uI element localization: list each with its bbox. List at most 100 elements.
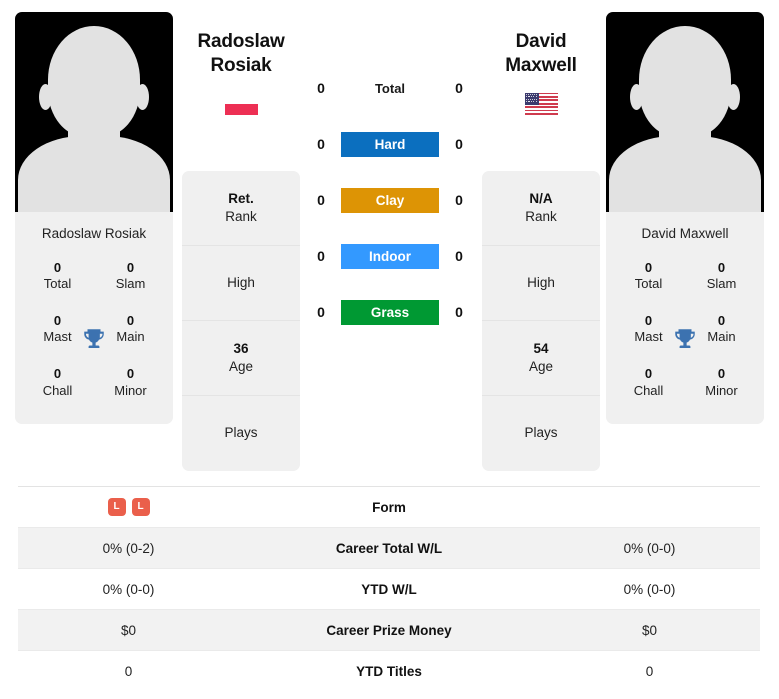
table-label-form: Form [372,499,406,515]
stat-row-plays-left: Plays [182,396,300,471]
stat-label: Age [228,359,254,374]
form-cell-left: L L [18,498,239,516]
surface-right-value: 0 [455,248,463,264]
stat-row-age-right: 54 Age [482,321,600,396]
silhouette-ear-right-icon [136,84,149,110]
table-row-form: L L Form [18,487,760,528]
title-label: Total [634,276,663,292]
title-cell-chall: 0 Chall [612,359,685,406]
table-value-right: 0 [645,664,654,679]
stat-row-high-right: High [482,246,600,321]
silhouette-ear-left-icon [39,84,52,110]
form-badges-left: L L [18,498,239,516]
surface-left-value: 0 [317,248,325,264]
table-value-right: $0 [641,622,658,638]
title-label: Chall [633,382,664,398]
table-row-career-total-wl: 0% (0-2) Career Total W/L 0% (0-0) [18,528,760,569]
stat-row-plays-right: Plays [482,396,600,471]
stat-label: Plays [224,425,258,441]
table-value-left: 0% (0-2) [102,540,155,556]
player-name-block-right: David Maxwell [475,30,607,115]
top-comparison-area: Radoslaw Rosiak 0 Total 0 Slam 0 Mast 0 … [0,0,779,476]
player-card-name-left: Radoslaw Rosiak [41,226,147,241]
table-label-career-prize-money: Career Prize Money [326,622,452,638]
title-value: 0 [644,366,653,382]
surface-left-value: 0 [317,192,325,208]
stat-value: N/A [529,190,553,206]
stat-value: Ret. [228,190,254,206]
table-label-ytd-wl: YTD W/L [361,581,417,597]
player-card-right[interactable]: David Maxwell 0 Total 0 Slam 0 Mast 0 Ma… [606,12,764,425]
title-value: 0 [644,260,653,275]
title-label: Minor [705,382,738,398]
table-value-left: $0 [120,622,137,638]
surface-left-value: 0 [317,304,325,320]
player-last-name-left: Rosiak [210,55,272,77]
surface-badge-indoor: Indoor [341,243,439,269]
surface-right-value: 0 [455,304,463,320]
surface-badge-grass: Grass [341,299,439,325]
surface-right-value: 0 [455,136,463,152]
surface-left-value: 0 [317,80,325,96]
silhouette-body-icon [609,136,761,212]
title-label: Minor [114,382,147,398]
surface-row-indoor: 0 Indoor 0 [310,228,470,284]
stats-card-right: N/A Rank High 54 Age Plays [482,171,600,471]
title-cell-total: 0 Total [21,253,94,300]
title-value: 0 [126,366,135,382]
form-badge-loss: L [131,498,150,516]
trophy-icon [675,328,695,348]
table-label-career-total-wl: Career Total W/L [335,540,443,556]
stat-row-age-left: 36 Age [182,321,300,396]
player-last-name-right: Maxwell [505,55,577,77]
player-card-name-right: David Maxwell [641,226,729,241]
title-value: 0 [717,260,726,275]
title-cell-total: 0 Total [612,253,685,300]
table-row-ytd-titles: 0 YTD Titles 0 [18,651,760,692]
title-value: 0 [126,260,135,275]
table-row-ytd-wl: 0% (0-0) YTD W/L 0% (0-0) [18,569,760,610]
avatar-right [606,12,764,212]
title-cell-slam: 0 Slam [94,253,167,300]
title-label: Slam [706,276,737,292]
player-name-block-left: Radoslaw Rosiak [175,30,307,115]
player-comparison-page: Radoslaw Rosiak 0 Total 0 Slam 0 Mast 0 … [0,0,779,699]
surface-row-hard: 0 Hard 0 [310,116,470,172]
surface-right-value: 0 [455,192,463,208]
surface-badge-total: Total [374,80,406,96]
stat-label: High [527,274,555,290]
usa-flag-icon [524,92,558,115]
title-cell-minor: 0 Minor [685,359,758,406]
stat-row-rank-left: Ret. Rank [182,171,300,246]
stat-value: 54 [533,340,549,356]
title-label: Total [43,276,72,292]
comparison-table: L L Form 0% (0-2) Career Total W/L 0% (0… [18,486,760,692]
stat-label: Rank [525,209,557,224]
stat-label: High [227,274,255,290]
title-value: 0 [717,366,726,382]
table-value-left: 0% (0-0) [102,581,155,597]
surface-badge-clay: Clay [341,187,439,213]
table-row-career-prize-money: $0 Career Prize Money $0 [18,610,760,651]
player-card-left[interactable]: Radoslaw Rosiak 0 Total 0 Slam 0 Mast 0 … [15,12,173,425]
table-value-left: 0 [124,664,133,679]
silhouette-body-icon [18,136,170,212]
title-cell-chall: 0 Chall [21,359,94,406]
surface-comparison-column: 0 Total 0 0 Hard 0 0 Clay 0 0 Indoor 0 0 [310,60,470,340]
surface-left-value: 0 [317,136,325,152]
table-label-ytd-titles: YTD Titles [356,664,422,679]
silhouette-ear-left-icon [630,84,643,110]
stat-row-high-left: High [182,246,300,321]
player-first-name-left: Radoslaw [197,31,285,52]
title-cell-minor: 0 Minor [94,359,167,406]
titles-grid-right: 0 Total 0 Slam 0 Mast 0 Main 0 Chall 0 M… [606,253,764,424]
poland-flag-icon [224,92,258,115]
stat-label: Plays [524,425,558,441]
stats-card-left: Ret. Rank High 36 Age Plays [182,171,300,471]
form-badge-loss: L [107,498,126,516]
surface-right-value: 0 [455,80,463,96]
player-first-name-right: David [515,31,567,52]
surface-badge-hard: Hard [341,131,439,157]
stat-value: 36 [233,340,249,356]
silhouette-ear-right-icon [727,84,740,110]
